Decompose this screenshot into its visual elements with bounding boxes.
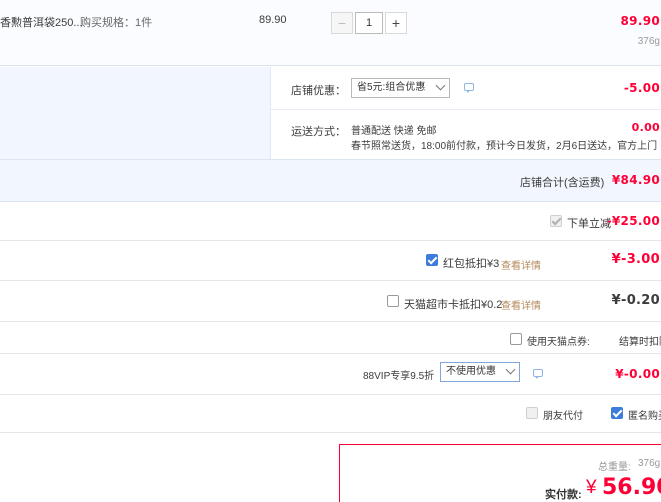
item-weight: 376g xyxy=(637,36,660,47)
payment-currency: ¥ xyxy=(586,477,597,498)
instant-discount-amount: -¥25.00 xyxy=(606,214,660,228)
shop-promo-label: 店铺优惠： xyxy=(291,85,346,97)
instant-discount-checkbox xyxy=(550,215,562,227)
order-item-row: 香勲普洱袋250... 购买规格：1件 89.90 − 1 + 89.90 37… xyxy=(0,0,661,66)
tmall-card-checkbox[interactable] xyxy=(387,295,399,307)
anonymous-label: 匿名购买 xyxy=(628,411,661,422)
message-icon[interactable] xyxy=(533,369,543,379)
divider xyxy=(0,280,661,281)
total-weight-value: 376g xyxy=(638,458,661,469)
divider xyxy=(0,321,661,322)
divider xyxy=(271,109,661,110)
points-checkbox[interactable] xyxy=(510,333,522,345)
quantity-input[interactable]: 1 xyxy=(355,12,383,34)
divider xyxy=(0,394,661,395)
vip-amount: ¥-0.00 xyxy=(615,367,660,381)
tmall-card-label: 天猫超市卡抵扣¥0.2 xyxy=(404,299,503,311)
message-icon[interactable] xyxy=(464,83,474,93)
points-label: 使用天猫点券: xyxy=(527,337,590,348)
points-note: 结算时扣除 xyxy=(619,337,661,348)
shop-total-label: 店铺合计(含运费) xyxy=(520,177,605,189)
item-subtotal: 89.90 xyxy=(620,14,660,28)
redpacket-details-link[interactable]: 查看详情 xyxy=(501,257,541,272)
quantity-minus-button[interactable]: − xyxy=(331,12,353,34)
vip-selected: 不使用优惠 xyxy=(446,366,496,377)
anonymous-checkbox[interactable] xyxy=(611,407,623,419)
shop-options-panel: 店铺优惠： 省5元:组合优惠 -5.00 运送方式： 普通配送 快递 免邮 春节… xyxy=(270,67,661,159)
item-spec: 购买规格：1件 xyxy=(80,17,153,29)
delivery-note: 春节照常送货，18:00前付款，预计今日发货，2月6日送达，官方上门 xyxy=(351,141,658,152)
item-unit-price: 89.90 xyxy=(259,14,287,26)
vip-label: 88VIP专享9.5折 xyxy=(363,371,435,382)
chevron-down-icon xyxy=(505,364,516,375)
redpacket-label: 红包抵扣¥3 xyxy=(443,258,500,270)
shop-options-area: 店铺优惠： 省5元:组合优惠 -5.00 运送方式： 普通配送 快递 免邮 春节… xyxy=(0,67,661,159)
payment-label: 实付款: xyxy=(545,489,582,501)
divider xyxy=(0,353,661,354)
delivery-amount: 0.00 xyxy=(631,121,660,134)
payment-summary-box: 总重量: 376g 实付款: ¥ 56.90 xyxy=(339,444,661,502)
redpacket-amount: ¥-3.00 xyxy=(611,252,660,267)
total-weight-label: 总重量: xyxy=(598,462,631,473)
divider xyxy=(0,240,661,241)
payment-amount: 56.90 xyxy=(602,475,661,500)
tmall-card-amount: ¥-0.20 xyxy=(611,293,660,308)
delivery-label: 运送方式： xyxy=(291,126,346,138)
shop-promo-select[interactable]: 省5元:组合优惠 xyxy=(351,78,450,98)
friend-pay-checkbox xyxy=(526,407,538,419)
friend-pay-label: 朋友代付 xyxy=(543,411,583,422)
quantity-plus-button[interactable]: + xyxy=(385,12,407,34)
divider xyxy=(0,432,661,433)
vip-select[interactable]: 不使用优惠 xyxy=(440,362,520,382)
instant-discount-label: 下单立减 xyxy=(567,218,611,230)
shop-total-amount: ¥84.90 xyxy=(611,173,660,187)
delivery-method: 普通配送 快递 免邮 xyxy=(351,126,437,137)
redpacket-checkbox[interactable] xyxy=(426,254,438,266)
shop-promo-amount: -5.00 xyxy=(623,81,660,95)
shop-promo-selected: 省5元:组合优惠 xyxy=(357,82,426,93)
shop-total-row: 店铺合计(含运费) ¥84.90 xyxy=(0,159,661,202)
item-title[interactable]: 香勲普洱袋250... xyxy=(0,14,83,30)
quantity-stepper: − 1 + xyxy=(331,12,407,34)
tmall-card-details-link[interactable]: 查看详情 xyxy=(501,297,541,312)
chevron-down-icon xyxy=(435,80,446,91)
